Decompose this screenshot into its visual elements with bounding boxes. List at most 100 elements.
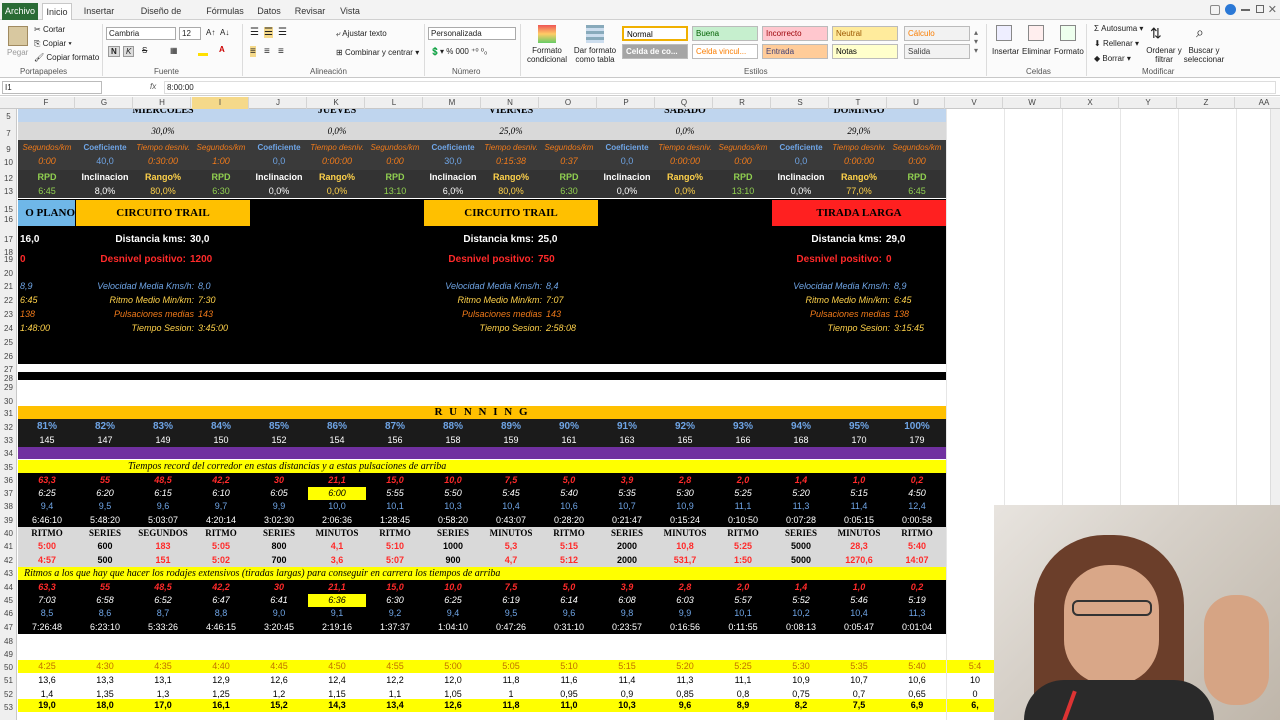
distance-value[interactable]: 29,0 [882,233,940,247]
left-stat[interactable]: 8,9 [18,280,76,293]
find-select-button[interactable]: Buscar y seleccionar [1180,46,1228,64]
tab-review[interactable]: Revisar [292,3,328,20]
result-cell[interactable]: 9,6 [656,699,714,712]
sort-filter-button[interactable]: Ordenar y filtrar [1144,46,1184,64]
window-minimize-icon[interactable] [1241,9,1250,11]
pace-cell[interactable]: 5:05 [482,660,540,673]
heart-rate-percent[interactable]: 100% [888,420,946,433]
heart-rate-percent[interactable]: 90% [540,420,598,433]
tab-formulas[interactable]: Fórmulas [204,3,246,20]
font-color-icon[interactable]: A [219,45,225,54]
format-cells-icon[interactable] [1060,25,1076,41]
r47-cell[interactable]: 0:23:57 [598,621,656,634]
row-header[interactable]: 31 [0,409,17,418]
column-header[interactable]: L [366,97,423,109]
series-target[interactable]: 5:25 [714,540,772,553]
row-header[interactable]: 39 [0,516,17,525]
range-label[interactable]: Rango% [482,171,540,184]
coef-value[interactable]: 30,0 [424,155,482,168]
day-name[interactable]: MIERCOLES [76,109,250,117]
align-top-icon[interactable]: ☰ [250,27,259,38]
rpd-label[interactable]: RPD [888,171,946,184]
desnivel-label[interactable]: Desnivel positivo: [772,253,882,267]
column-header[interactable]: F [18,97,75,109]
stat-value[interactable]: 7:30 [196,294,254,307]
result-cell[interactable]: 11,0 [540,699,598,712]
row-header[interactable]: 21 [0,282,17,291]
series-header[interactable]: MINUTOS [482,527,540,540]
column-header[interactable]: X [1062,97,1119,109]
r38-cell[interactable]: 10,1 [366,500,424,513]
delete-cells-button[interactable]: Eliminar [1022,47,1051,56]
r45-cell[interactable]: 5:52 [772,594,830,607]
r44-cell[interactable]: 2,8 [656,581,714,594]
r36-cell[interactable]: 48,5 [134,474,192,487]
distance-label[interactable]: Distancia kms: [772,233,882,247]
series-header[interactable]: MINUTOS [308,527,366,540]
align-right-icon[interactable]: ≡ [278,46,284,57]
tiempo-desniv-label[interactable]: Tiempo desniv. [482,142,540,154]
column-header[interactable]: Y [1120,97,1177,109]
grow-font-icon[interactable]: A↑ [206,28,215,37]
stat-value[interactable]: 138 [892,308,950,321]
italic-button[interactable]: K [123,46,135,57]
inclination-label[interactable]: Inclinacion [772,171,830,184]
r46-cell[interactable]: 9,6 [540,607,598,620]
r45-cell[interactable]: 5:19 [888,594,946,607]
seconds-km-value[interactable]: 0:00 [888,155,946,168]
tiempo-desniv-label[interactable]: Tiempo desniv. [134,142,192,154]
series-value[interactable]: 2000 [598,554,656,567]
seconds-km-label[interactable]: Segundos/km [888,142,946,154]
day-name[interactable]: JUEVES [250,109,424,117]
day-percent[interactable]: 30,0% [76,124,250,138]
range-label[interactable]: Rango% [134,171,192,184]
r36-cell[interactable]: 1,4 [772,474,830,487]
r36-cell[interactable]: 2,8 [656,474,714,487]
series-header[interactable]: RITMO [366,527,424,540]
r38-cell[interactable]: 10,0 [308,500,366,513]
r46-cell[interactable]: 9,1 [308,607,366,620]
format-table-button[interactable]: Dar formato como tabla [572,46,618,64]
row-header[interactable]: 40 [0,529,17,538]
result-cell[interactable]: 11,8 [482,699,540,712]
series-target[interactable]: 800 [250,540,308,553]
stat-value[interactable]: 8,9 [892,280,950,293]
r37-cell[interactable]: 5:45 [482,487,540,500]
column-header[interactable]: Z [1178,97,1235,109]
r47-cell[interactable]: 0:08:13 [772,621,830,634]
series-header[interactable]: SERIES [250,527,308,540]
series-target[interactable]: 5:00 [18,540,76,553]
heart-rate-bpm[interactable]: 161 [540,434,598,447]
r45-cell[interactable]: 6:14 [540,594,598,607]
seconds-km-value[interactable]: 0:00 [366,155,424,168]
series-header[interactable]: SERIES [76,527,134,540]
heart-rate-bpm[interactable]: 168 [772,434,830,447]
r45-cell[interactable]: 6:08 [598,594,656,607]
result-cell[interactable]: 18,0 [76,699,134,712]
r36-cell[interactable]: 63,3 [18,474,76,487]
row-header[interactable]: 20 [0,269,17,278]
r37-cell[interactable]: 5:20 [772,487,830,500]
r47-cell[interactable]: 2:19:16 [308,621,366,634]
r44-cell[interactable]: 42,2 [192,581,250,594]
r38-cell[interactable]: 11,3 [772,500,830,513]
r45-cell[interactable]: 6:25 [424,594,482,607]
column-header[interactable]: V [946,97,1003,109]
inclination-label[interactable]: Inclinacion [250,171,308,184]
format-cells-button[interactable]: Formato [1054,47,1084,56]
stat-value[interactable]: 2:58:08 [544,322,602,335]
row-header[interactable]: 13 [0,187,17,196]
desnivel-value[interactable]: 0 [882,253,940,267]
row-header[interactable]: 17 [0,235,17,244]
r47-cell[interactable]: 0:16:56 [656,621,714,634]
r37-cell[interactable]: 6:15 [134,487,192,500]
r37-cell[interactable]: 6:20 [76,487,134,500]
series-target[interactable]: 5:05 [192,540,250,553]
speed-cell[interactable]: 13,3 [76,674,134,687]
row-header[interactable]: 34 [0,449,17,458]
series-header[interactable]: SERIES [598,527,656,540]
heart-rate-bpm[interactable]: 163 [598,434,656,447]
rpd-value[interactable]: 13:10 [714,185,772,198]
wrap-text-button[interactable]: ⤶ Ajustar texto [336,29,387,39]
insert-cells-button[interactable]: Insertar [992,47,1019,56]
